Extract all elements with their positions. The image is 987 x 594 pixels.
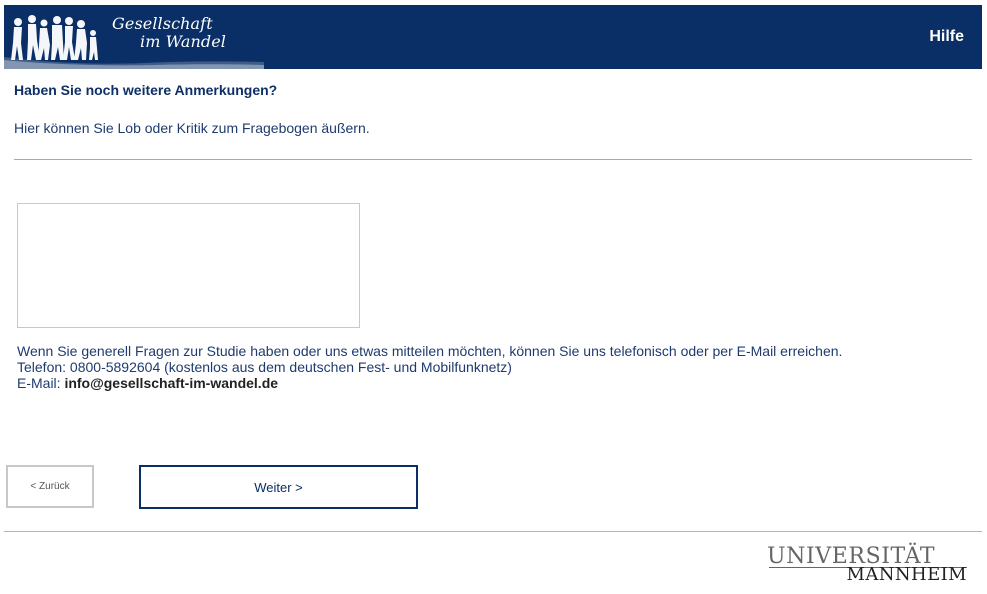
logo-line-1: Gesellschaft [112,14,213,33]
site-header: Gesellschaft im Wandel Hilfe [4,5,982,69]
logo-line-2: im Wandel [140,32,227,51]
comment-textarea[interactable] [17,203,360,328]
email-label: E-Mail: [17,375,65,391]
question-title: Haben Sie noch weitere Anmerkungen? [14,82,278,98]
university-logo: UNIVERSITÄT MANNHEIM [767,545,969,585]
site-logo-text: Gesellschaft im Wandel [112,15,226,51]
contact-info: Wenn Sie generell Fragen zur Studie habe… [17,343,842,391]
contact-info-line: Wenn Sie generell Fragen zur Studie habe… [17,343,843,359]
email-address[interactable]: info@gesellschaft-im-wandel.de [64,375,278,391]
next-button[interactable]: Weiter > [139,465,418,509]
question-description: Hier können Sie Lob oder Kritik zum Frag… [14,120,370,136]
email-line: E-Mail: info@gesellschaft-im-wandel.de [17,375,842,391]
phone-line: Telefon: 0800-5892604 (kostenlos aus dem… [17,359,512,375]
footer-divider [4,531,982,532]
question-divider [14,159,972,160]
university-logo-bottom: MANNHEIM [846,564,967,585]
help-link[interactable]: Hilfe [929,28,964,46]
back-button[interactable]: < Zurück [6,465,94,508]
